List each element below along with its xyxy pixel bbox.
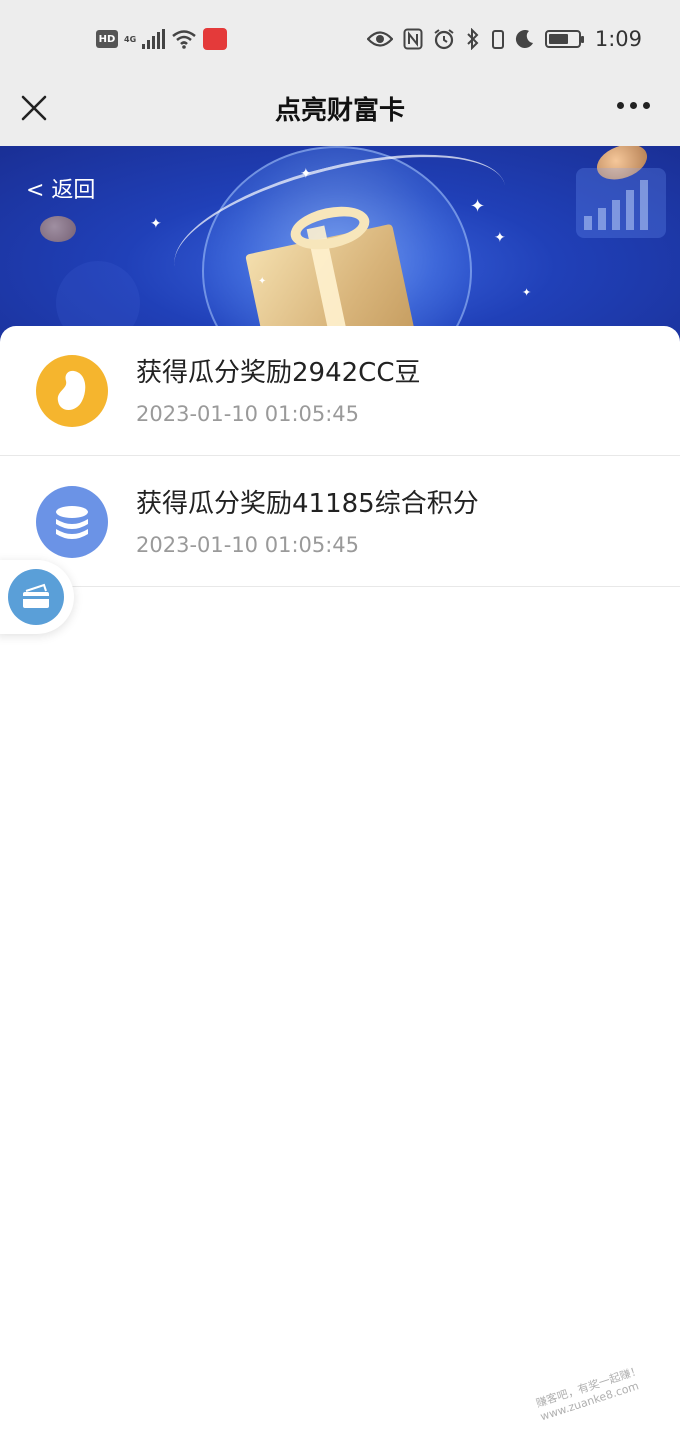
record-time: 2023-01-10 01:05:45	[136, 402, 360, 426]
more-menu-icon[interactable]	[617, 102, 650, 109]
cell-signal-icon	[142, 29, 166, 49]
app-notification-icon	[203, 28, 228, 50]
record-title: 获得瓜分奖励2942CC豆	[136, 358, 421, 388]
status-time: 1:09	[594, 27, 642, 51]
record-time: 2023-01-10 01:05:45	[136, 533, 360, 557]
sparkle-icon: ✦	[494, 230, 506, 246]
moon-icon	[515, 30, 533, 49]
vibrate-icon	[491, 30, 504, 49]
record-title: 获得瓜分奖励41185综合积分	[136, 489, 479, 519]
nfc-icon	[403, 28, 423, 50]
sparkle-icon: ✦	[522, 286, 532, 299]
eye-icon	[366, 31, 393, 47]
hd-icon: HD	[96, 30, 118, 48]
sparkle-icon: ✦	[258, 276, 267, 287]
sparkle-icon: ✦	[150, 216, 162, 232]
coin-stack-icon	[36, 486, 108, 558]
chart-decoration	[576, 168, 666, 238]
wifi-icon	[172, 30, 196, 49]
list-item: 获得瓜分奖励2942CC豆 2023-01-10 01:05:45	[0, 326, 680, 456]
network-type-label: 4G	[124, 34, 137, 44]
status-right: 1:09	[366, 24, 642, 54]
page-title: 点亮财富卡	[274, 96, 405, 126]
bluetooth-icon	[467, 28, 479, 50]
floating-card-button[interactable]	[0, 560, 74, 634]
back-link[interactable]: < 返回	[26, 172, 95, 204]
battery-icon	[544, 30, 584, 48]
coin-decoration	[40, 216, 76, 242]
status-left: HD 4G	[96, 24, 228, 54]
list-item: 获得瓜分奖励41185综合积分 2023-01-10 01:05:45	[0, 457, 680, 587]
alarm-icon	[434, 29, 454, 50]
card-icon	[8, 569, 64, 625]
banner: ✦ ✦ ✦ ✦ ✦ ✦ < 返回	[0, 146, 680, 346]
sparkle-icon: ✦	[470, 196, 486, 217]
sparkle-icon: ✦	[300, 166, 312, 182]
bean-icon	[36, 355, 108, 427]
nav-bar: 点亮财富卡	[0, 78, 680, 146]
records-list: 获得瓜分奖励2942CC豆 2023-01-10 01:05:45 获得瓜分奖励…	[0, 326, 680, 1454]
status-bar: HD 4G 1:09	[0, 0, 680, 78]
